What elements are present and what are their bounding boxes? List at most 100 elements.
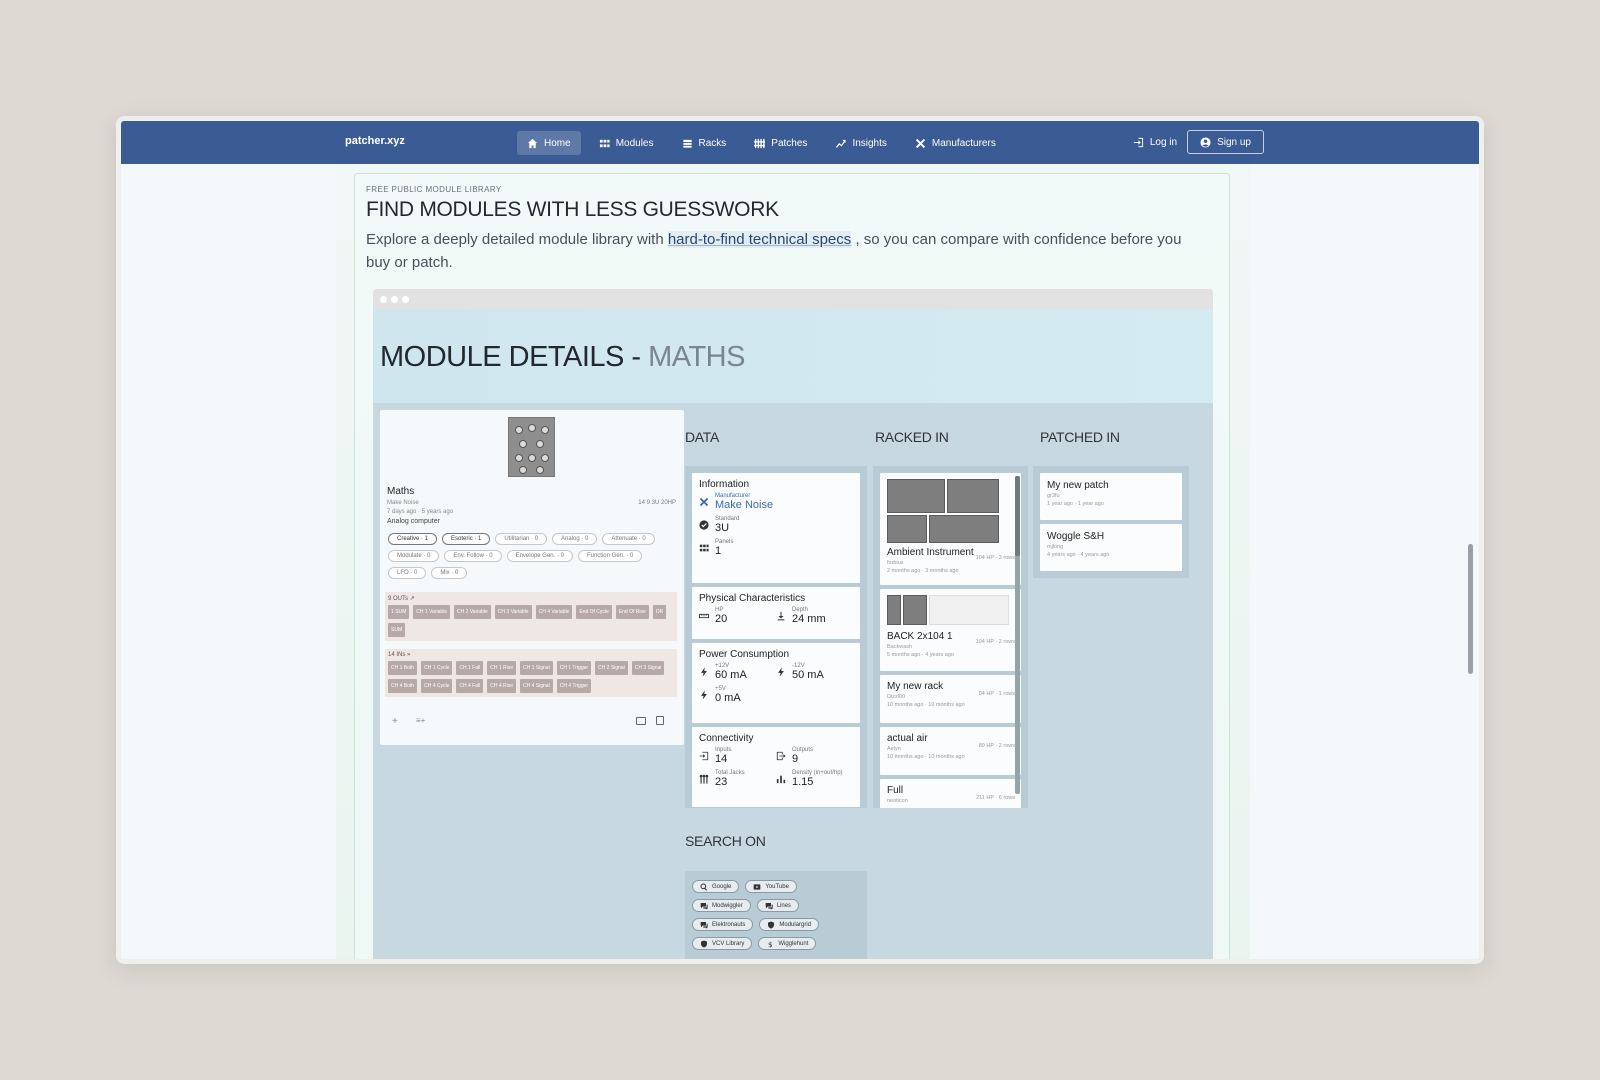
window-dot: [380, 296, 387, 303]
module-card[interactable]: Maths Make Noise 7 days ago · 5 years ag…: [380, 410, 684, 745]
search-wigglehunt-button[interactable]: $ Wigglehunt: [758, 937, 817, 950]
module-details-preview: MODULE DETAILS - MATHS Maths Make Noise …: [373, 289, 1213, 959]
output-chip[interactable]: 1 SUM: [388, 605, 410, 619]
nav-insights[interactable]: Insights: [825, 131, 896, 155]
panels-value: 1: [715, 545, 722, 557]
signup-button[interactable]: Sign up: [1187, 130, 1264, 154]
specs-link[interactable]: hard-to-find technical specs: [667, 231, 852, 248]
tools-icon: [915, 138, 925, 148]
output-chip[interactable]: End Of Cycle: [576, 605, 612, 619]
copy-icon[interactable]: [656, 716, 664, 725]
search-lines-label: Lines: [776, 902, 792, 909]
rack-card[interactable]: My new rack Dizzl00 10 months ago · 10 m…: [880, 675, 1021, 723]
input-chip[interactable]: CH 4 Cycle: [421, 679, 453, 693]
physical-grid: HP 20 Depth 24 mm: [699, 607, 853, 630]
rack-card[interactable]: BACK 2x104 1 Backwash 5 months ago · 4 y…: [880, 589, 1021, 671]
output-chip[interactable]: SUM: [388, 623, 406, 637]
tag-chip[interactable]: Env. Follow · 0: [444, 550, 502, 562]
input-chip[interactable]: CH 4 Signal: [520, 679, 553, 693]
tag-chip[interactable]: Analog · 0: [552, 533, 598, 545]
tag-chip[interactable]: Envelope Gen. · 0: [506, 550, 573, 562]
nav-manufacturers-label: Manufacturers: [931, 137, 996, 149]
add-to-rack-button[interactable]: +: [392, 716, 398, 727]
tag-chip[interactable]: Mix · 0: [431, 567, 468, 579]
nav-manufacturers[interactable]: Manufacturers: [905, 131, 1006, 155]
data-panel: Information Manufacturer Make Noise Stand…: [685, 466, 867, 808]
login-link[interactable]: Log in: [1133, 137, 1177, 148]
plus12-value: 60 mA: [715, 669, 747, 681]
output-chip[interactable]: CH 4 Variable: [535, 605, 573, 619]
rack-card[interactable]: Full neoticon 211 HP · 6 rows: [880, 779, 1021, 808]
search-modwiggler-label: Modwiggler: [712, 902, 743, 909]
input-chip[interactable]: CH 1 Both: [388, 661, 418, 675]
manual-icon[interactable]: [636, 717, 646, 725]
rack-thumbnail: [887, 595, 1014, 627]
rack-card[interactable]: Ambient Instrument forbius 2 months ago …: [880, 473, 1021, 585]
nav-home[interactable]: Home: [517, 131, 581, 155]
rack-card[interactable]: actual air Aelyn 10 months ago · 10 mont…: [880, 727, 1021, 775]
patch-name: Woggle S&H: [1047, 531, 1105, 542]
inputs-row: Inputs 14: [699, 747, 776, 765]
nav-links: Home Modules Racks Patches Insights Manu…: [517, 131, 1006, 155]
output-chip[interactable]: CH 1 Variable: [413, 605, 451, 619]
tag-chip[interactable]: Creative · 1: [388, 533, 438, 545]
tag-chip[interactable]: Attenuate · 0: [602, 533, 655, 545]
search-modwiggler-button[interactable]: Modwiggler: [692, 899, 751, 912]
search-wigglehunt-label: Wigglehunt: [778, 940, 809, 947]
output-chip[interactable]: CH 2 Variable: [454, 605, 491, 619]
patch-card[interactable]: Woggle S&H mjlong 4 years ago · 4 years …: [1040, 524, 1182, 571]
connectivity-heading: Connectivity: [699, 733, 754, 744]
depth-row: Depth 24 mm: [776, 607, 853, 625]
input-chip[interactable]: CH 3 Signal: [631, 661, 665, 675]
input-chip[interactable]: CH 1 Cycle: [421, 661, 453, 675]
search-elektronauts-button[interactable]: Elektronauts: [692, 918, 754, 931]
input-chip[interactable]: CH 4 Trigger: [556, 679, 592, 693]
manufacturer-link[interactable]: Make Noise: [715, 499, 773, 511]
patch-user: mjlong: [1047, 544, 1064, 550]
window-dot: [391, 296, 398, 303]
module-dates: 7 days ago · 5 years ago: [387, 509, 454, 515]
input-chip[interactable]: CH 1 Trigger: [556, 661, 592, 675]
input-chip[interactable]: CH 2 Signal: [595, 661, 628, 675]
nav-modules[interactable]: Modules: [589, 131, 664, 155]
input-chip[interactable]: CH 4 Rise: [487, 679, 517, 693]
brand-logo[interactable]: patcher.xyz: [345, 135, 405, 147]
patch-card[interactable]: My new patch gr3fu 1 year ago · 1 year a…: [1040, 473, 1182, 520]
input-chip[interactable]: CH 4 Fall: [456, 679, 484, 693]
nav-racks[interactable]: Racks: [672, 131, 737, 155]
inputs-block: 14 INs » CH 1 Both CH 1 Cycle CH 1 Fall …: [385, 649, 677, 697]
output-chip[interactable]: OR: [652, 605, 667, 619]
page-scrollbar[interactable]: [1468, 544, 1473, 674]
top-navigation: patcher.xyz Home Modules Racks Patches I…: [121, 121, 1479, 164]
racked-in-panel: Ambient Instrument forbius 2 months ago …: [873, 466, 1028, 808]
login-icon: [1133, 137, 1143, 147]
tag-chip[interactable]: Function Gen. · 0: [577, 550, 643, 562]
input-chip[interactable]: CH 4 Both: [388, 679, 418, 693]
search-vcv-library-button[interactable]: VCV Library: [692, 937, 753, 950]
grid-icon: [599, 139, 610, 147]
input-chip[interactable]: CH 1 Rise: [487, 661, 517, 675]
add-to-list-button[interactable]: ≡+: [416, 716, 425, 725]
tag-chip[interactable]: Esoteric · 1: [442, 533, 491, 545]
output-chips: 1 SUM CH 1 Variable CH 2 Variable CH 3 V…: [388, 605, 674, 637]
output-chip[interactable]: End Of Rise: [615, 605, 649, 619]
input-chip[interactable]: CH 1 Signal: [520, 661, 553, 675]
search-youtube-label: YouTube: [765, 883, 789, 890]
output-chip[interactable]: CH 3 Variable: [494, 605, 532, 619]
tag-chip[interactable]: Modulate · 0: [388, 550, 440, 562]
search-google-button[interactable]: Google: [692, 880, 740, 893]
bar-chart-icon: [776, 775, 786, 784]
nav-patches[interactable]: Patches: [744, 131, 817, 155]
search-youtube-button[interactable]: YouTube: [745, 880, 797, 893]
nav-racks-label: Racks: [698, 137, 727, 149]
panels-icon: [699, 544, 709, 552]
hero-section: FREE PUBLIC MODULE LIBRARY FIND MODULES …: [354, 173, 1230, 959]
input-chip[interactable]: CH 1 Fall: [456, 661, 484, 675]
search-modulargrid-button[interactable]: Modulargrid: [759, 918, 820, 931]
search-lines-button[interactable]: Lines: [756, 899, 800, 912]
racks-scrollbar-thumb[interactable]: [1015, 476, 1020, 556]
tag-chip[interactable]: LFO · 0: [388, 567, 427, 579]
nav-home-label: Home: [544, 137, 571, 149]
tag-chip[interactable]: Utilitarian · 0: [495, 533, 548, 545]
search-on-panel: Google YouTube Modwiggler Lines Elektron…: [685, 871, 867, 959]
